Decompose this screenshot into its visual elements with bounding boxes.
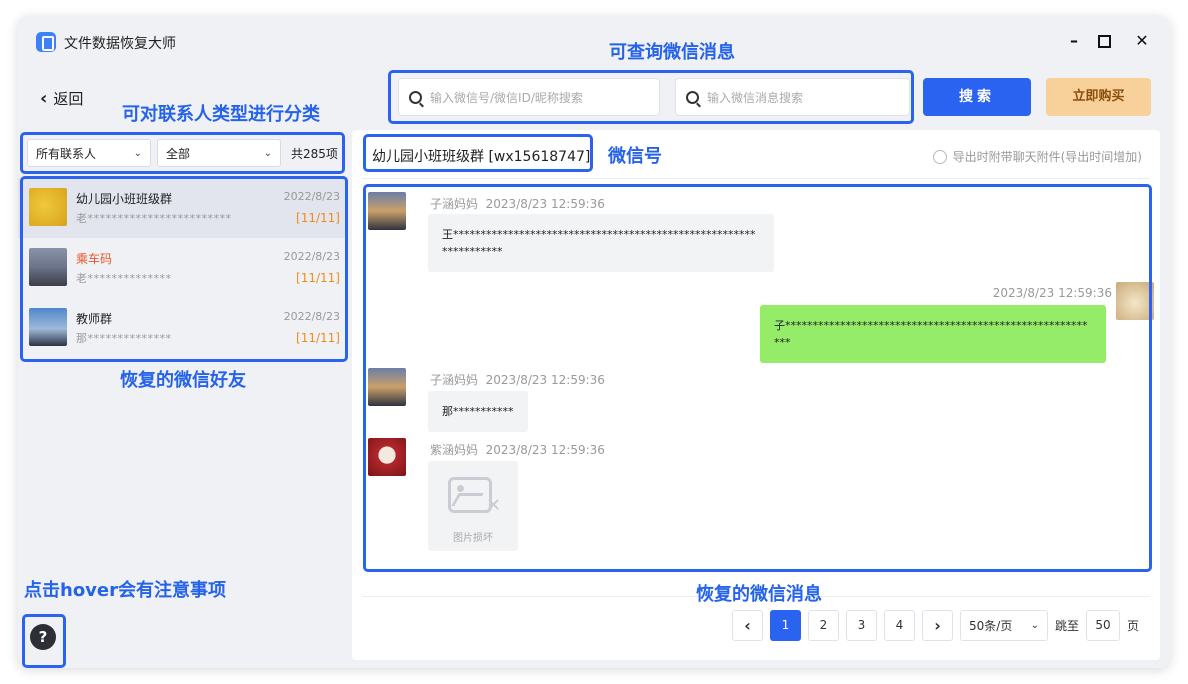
contact-count: 共285项 <box>291 146 338 161</box>
highlight-messages <box>363 184 1152 572</box>
message-search-input[interactable]: 输入微信消息搜索 <box>675 78 910 116</box>
help-button[interactable]: ? <box>30 624 56 650</box>
divider <box>362 178 1150 179</box>
minimize-icon[interactable]: – <box>1064 30 1084 52</box>
annotation-contacts: 恢复的微信好友 <box>120 370 246 391</box>
radio-icon <box>932 149 947 164</box>
search-icon <box>686 90 699 104</box>
contact-scope-value: 全部 <box>166 146 191 161</box>
page-button-1[interactable]: 1 <box>770 610 801 641</box>
next-page-button[interactable]: › <box>922 610 953 641</box>
contact-type-select[interactable]: 所有联系人 ⌄ <box>27 139 151 167</box>
chevron-down-icon: ⌄ <box>263 147 272 159</box>
export-option-label: 导出时附带聊天附件(导出时间增加) <box>952 150 1142 164</box>
page-unit-label: 页 <box>1127 619 1140 633</box>
search-button[interactable]: 搜索 <box>923 78 1031 116</box>
contact-filter-row: 所有联系人 ⌄ 全部 ⌄ 共285项 <box>27 139 343 167</box>
annotation-search: 可查询微信消息 <box>609 42 735 63</box>
app-window: 文件数据恢复大师 – ✕ ‹ 返回 可对联系人类型进行分类 所有联系人 ⌄ 全部… <box>18 16 1170 668</box>
wechat-id-placeholder: 输入微信号/微信ID/昵称搜索 <box>430 90 583 105</box>
maximize-icon <box>1098 35 1111 48</box>
annotation-help: 点击hover会有注意事项 <box>24 580 226 601</box>
app-logo-icon <box>36 32 56 52</box>
highlight-contacts <box>20 176 348 362</box>
pagination: ‹ 1 2 3 4 › 50条/页 ⌄ 跳至 50 页 <box>732 610 1139 641</box>
annotation-wechat-id: 微信号 <box>608 146 662 167</box>
annotation-messages: 恢复的微信消息 <box>696 584 822 605</box>
contact-type-value: 所有联系人 <box>36 146 97 161</box>
annotation-filter: 可对联系人类型进行分类 <box>122 104 320 125</box>
page-button-3[interactable]: 3 <box>846 610 877 641</box>
page-button-4[interactable]: 4 <box>884 610 915 641</box>
buy-now-button[interactable]: 立即购买 <box>1046 78 1151 116</box>
chevron-down-icon: ⌄ <box>1030 620 1039 631</box>
maximize-button[interactable] <box>1098 30 1118 52</box>
jump-page-input[interactable]: 50 <box>1086 610 1121 641</box>
question-icon: ? <box>38 628 48 646</box>
search-icon <box>409 90 422 104</box>
close-icon[interactable]: ✕ <box>1132 30 1152 52</box>
chevron-left-icon: ‹ <box>40 88 48 109</box>
page-button-2[interactable]: 2 <box>808 610 839 641</box>
page-size-select[interactable]: 50条/页 ⌄ <box>960 610 1048 641</box>
app-title: 文件数据恢复大师 <box>64 36 176 52</box>
wechat-id-search-input[interactable]: 输入微信号/微信ID/昵称搜索 <box>398 78 660 116</box>
page-size-value: 50条/页 <box>969 619 1013 633</box>
title-bar: 文件数据恢复大师 – ✕ <box>18 16 1170 68</box>
chevron-down-icon: ⌄ <box>133 147 142 159</box>
jump-label: 跳至 <box>1055 619 1080 633</box>
prev-page-button[interactable]: ‹ <box>732 610 763 641</box>
highlight-wechat-id <box>363 134 593 172</box>
window-controls: – ✕ <box>1064 30 1152 52</box>
export-attachments-option[interactable]: 导出时附带聊天附件(导出时间增加) <box>932 148 1142 165</box>
back-label: 返回 <box>53 90 84 108</box>
back-button[interactable]: ‹ 返回 <box>40 88 83 109</box>
message-placeholder: 输入微信消息搜索 <box>707 90 804 105</box>
contact-scope-select[interactable]: 全部 ⌄ <box>157 139 281 167</box>
